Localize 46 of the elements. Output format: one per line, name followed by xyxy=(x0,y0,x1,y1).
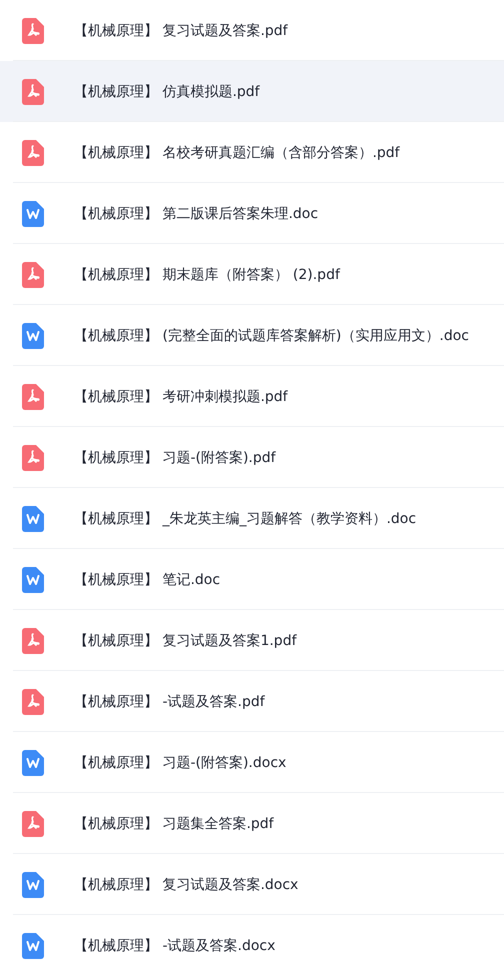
file-row[interactable]: 【机械原理】 第二版课后答案朱理.doc xyxy=(0,183,504,244)
file-name: 【机械原理】 -试题及答案.pdf xyxy=(74,692,265,710)
pdf-file-icon xyxy=(22,18,44,44)
word-file-icon xyxy=(22,872,44,898)
pdf-file-icon xyxy=(22,140,44,166)
word-file-icon xyxy=(22,566,44,592)
file-row[interactable]: 【机械原理】 _朱龙英主编_习题解答（教学资料）.doc xyxy=(0,488,504,549)
file-row[interactable]: 【机械原理】 考研冲刺模拟题.pdf xyxy=(0,366,504,427)
file-row[interactable]: 【机械原理】 -试题及答案.pdf xyxy=(0,671,504,732)
file-name: 【机械原理】 -试题及答案.docx xyxy=(74,936,276,954)
word-file-icon xyxy=(22,322,44,348)
file-name: 【机械原理】 复习试题及答案.pdf xyxy=(74,22,288,40)
file-name: 【机械原理】 期末题库（附答案） (2).pdf xyxy=(74,266,340,284)
file-row[interactable]: 【机械原理】 笔记.doc xyxy=(0,549,504,610)
file-row[interactable]: 【机械原理】 仿真模拟题.pdf xyxy=(0,61,504,122)
file-name: 【机械原理】 复习试题及答案1.pdf xyxy=(74,632,297,650)
pdf-file-icon xyxy=(22,262,44,288)
pdf-file-icon xyxy=(22,78,44,104)
file-row[interactable]: 【机械原理】 名校考研真题汇编（含部分答案）.pdf xyxy=(0,122,504,183)
file-name: 【机械原理】 名校考研真题汇编（含部分答案）.pdf xyxy=(74,144,400,162)
file-name: 【机械原理】 习题-(附答案).pdf xyxy=(74,448,276,466)
pdf-file-icon xyxy=(22,688,44,714)
word-file-icon xyxy=(22,506,44,532)
file-name: 【机械原理】 仿真模拟题.pdf xyxy=(74,82,260,100)
file-row[interactable]: 【机械原理】 期末题库（附答案） (2).pdf xyxy=(0,244,504,305)
pdf-file-icon xyxy=(22,628,44,654)
file-name: 【机械原理】 笔记.doc xyxy=(74,570,220,588)
file-name: 【机械原理】 (完整全面的试题库答案解析)（实用应用文）.doc xyxy=(74,326,469,344)
file-name: 【机械原理】 习题集全答案.pdf xyxy=(74,814,274,832)
word-file-icon xyxy=(22,750,44,776)
pdf-file-icon xyxy=(22,444,44,470)
file-name: 【机械原理】 考研冲刺模拟题.pdf xyxy=(74,388,288,406)
file-row[interactable]: 【机械原理】 习题-(附答案).docx xyxy=(0,732,504,793)
file-name: 【机械原理】 第二版课后答案朱理.doc xyxy=(74,204,318,222)
pdf-file-icon xyxy=(22,810,44,836)
file-row[interactable]: 【机械原理】 习题集全答案.pdf xyxy=(0,793,504,854)
file-row[interactable]: 【机械原理】 习题-(附答案).pdf xyxy=(0,427,504,488)
file-name: 【机械原理】 复习试题及答案.docx xyxy=(74,876,298,894)
file-row[interactable]: 【机械原理】 复习试题及答案.docx xyxy=(0,854,504,915)
file-row[interactable]: 【机械原理】 复习试题及答案.pdf xyxy=(0,0,504,61)
file-row[interactable]: 【机械原理】 复习试题及答案1.pdf xyxy=(0,610,504,671)
file-name: 【机械原理】 习题-(附答案).docx xyxy=(74,754,286,772)
file-name: 【机械原理】 _朱龙英主编_习题解答（教学资料）.doc xyxy=(74,510,416,528)
file-row[interactable]: 【机械原理】 (完整全面的试题库答案解析)（实用应用文）.doc xyxy=(0,305,504,366)
word-file-icon xyxy=(22,200,44,226)
pdf-file-icon xyxy=(22,384,44,410)
